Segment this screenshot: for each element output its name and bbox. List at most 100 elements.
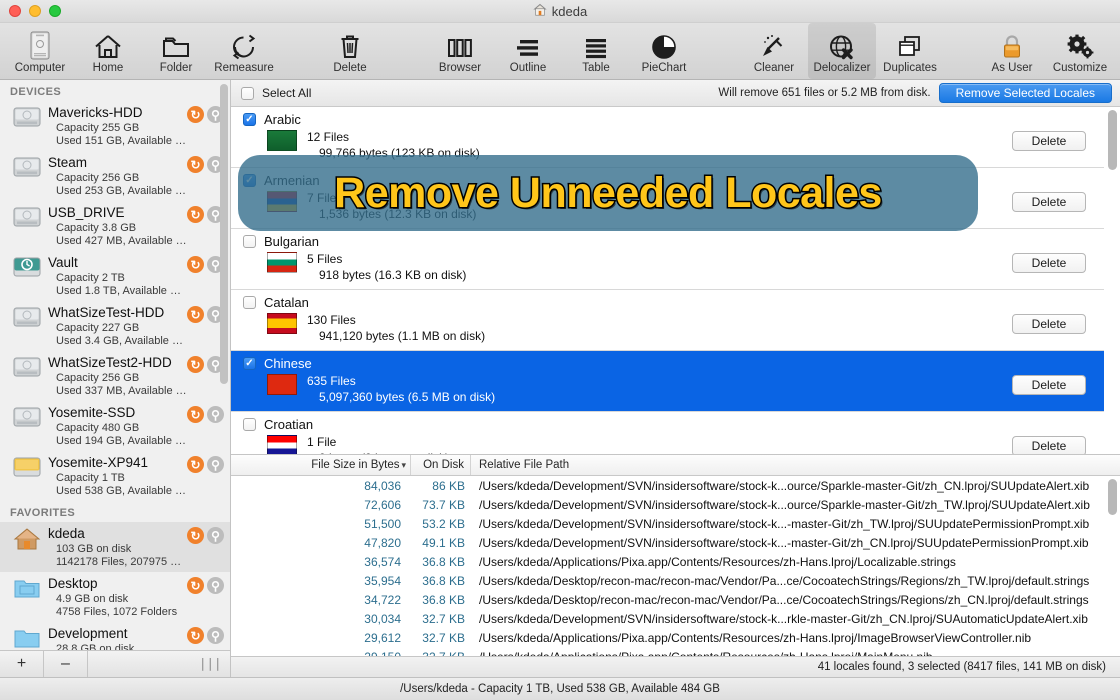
locale-checkbox[interactable]	[243, 174, 256, 187]
sidebar-scroll-area[interactable]: DEVICES Mavericks-HDD Capacity 255 GB Us…	[0, 80, 230, 650]
sidebar-item-development[interactable]: Development 28.8 GB on disk 579547 Files…	[0, 622, 230, 650]
toolbar-as-user-button[interactable]: As User	[978, 23, 1046, 79]
rescan-icon[interactable]: ↻	[187, 306, 204, 323]
file-table-scrollbar-thumb[interactable]	[1108, 479, 1117, 515]
locale-delete-button[interactable]: Delete	[1012, 314, 1086, 334]
cell-path: /Users/kdeda/Desktop/recon-mac/recon-mac…	[471, 593, 1120, 607]
sidebar-item-whatsizetest-hdd[interactable]: WhatSizeTest-HDD Capacity 227 GB Used 3.…	[0, 301, 230, 351]
file-table-body[interactable]: 84,036 86 KB /Users/kdeda/Development/SV…	[231, 476, 1120, 656]
toolbar-table-button[interactable]: Table	[562, 23, 630, 79]
rescan-icon[interactable]: ↻	[187, 206, 204, 223]
sidebar-item-yosemite-ssd[interactable]: Yosemite-SSD Capacity 480 GB Used 194 GB…	[0, 401, 230, 451]
locale-delete-button[interactable]: Delete	[1012, 253, 1086, 273]
table-row[interactable]: 34,722 36.8 KB /Users/kdeda/Desktop/reco…	[231, 590, 1120, 609]
sidebar-item-usage: Used 337 MB, Available 256 GB	[48, 385, 187, 398]
rescan-icon[interactable]: ↻	[187, 156, 204, 173]
rescan-icon[interactable]: ↻	[187, 256, 204, 273]
toolbar-duplicates-button[interactable]: Duplicates	[876, 23, 944, 79]
locale-checkbox[interactable]	[243, 296, 256, 309]
rescan-icon[interactable]: ↻	[187, 106, 204, 123]
folder-icon	[161, 31, 191, 61]
locale-list-scrollbar-thumb[interactable]	[1108, 110, 1117, 170]
toolbar-home-button[interactable]: Home	[74, 23, 142, 79]
sidebar-item-kdeda[interactable]: kdeda 103 GB on disk 1142178 Files, 2079…	[0, 522, 230, 572]
locale-row-chinese[interactable]: Chinese 635 Files 5,097,360 bytes (6.5 M…	[231, 351, 1104, 412]
locale-row-catalan[interactable]: Catalan 130 Files 941,120 bytes (1.1 MB …	[231, 290, 1104, 351]
table-row[interactable]: 30,034 32.7 KB /Users/kdeda/Development/…	[231, 609, 1120, 628]
locale-delete-button[interactable]: Delete	[1012, 375, 1086, 395]
window-title: kdeda	[552, 4, 587, 19]
sidebar-item-mavericks-hdd[interactable]: Mavericks-HDD Capacity 255 GB Used 151 G…	[0, 101, 230, 151]
toolbar-delete-button[interactable]: Delete	[316, 23, 384, 79]
resize-grip[interactable]: ∣∣∣	[200, 656, 231, 672]
locale-row-bulgarian[interactable]: Bulgarian 5 Files 918 bytes (16.3 KB on …	[231, 229, 1104, 290]
table-row[interactable]: 72,606 73.7 KB /Users/kdeda/Development/…	[231, 495, 1120, 514]
rescan-icon[interactable]: ↻	[187, 406, 204, 423]
locale-delete-button[interactable]: Delete	[1012, 131, 1086, 151]
sidebar-scrollbar[interactable]	[220, 84, 228, 646]
locale-header: Arabic	[231, 107, 1104, 129]
sidebar-item-whatsizetest2-hdd[interactable]: WhatSizeTest2-HDD Capacity 256 GB Used 3…	[0, 351, 230, 401]
toolbar-remeasure-button[interactable]: Remeasure	[210, 23, 278, 79]
rescan-icon[interactable]: ↻	[187, 456, 204, 473]
column-header-relative-path[interactable]: Relative File Path	[471, 455, 1120, 475]
window-body: DEVICES Mavericks-HDD Capacity 255 GB Us…	[0, 80, 1120, 677]
refresh-icon	[229, 31, 259, 61]
toolbar-outline-button[interactable]: Outline	[494, 23, 562, 79]
locale-checkbox[interactable]	[243, 235, 256, 248]
column-header-on-disk[interactable]: On Disk	[411, 455, 471, 475]
table-row[interactable]: 29,150 32.7 KB /Users/kdeda/Applications…	[231, 647, 1120, 656]
rescan-icon[interactable]: ↻	[187, 577, 204, 594]
toolbar-home-label: Home	[93, 62, 124, 74]
locale-checkbox[interactable]	[243, 357, 256, 370]
locale-checkbox[interactable]	[243, 113, 256, 126]
sidebar-item-yosemite-xp941[interactable]: Yosemite-XP941 Capacity 1 TB Used 538 GB…	[0, 451, 230, 501]
remove-favorite-button[interactable]: –	[44, 651, 88, 677]
toolbar-as-user-label: As User	[992, 62, 1033, 74]
table-row[interactable]: 29,612 32.7 KB /Users/kdeda/Applications…	[231, 628, 1120, 647]
rescan-icon[interactable]: ↻	[187, 356, 204, 373]
toolbar-computer-button[interactable]: Computer	[6, 23, 74, 79]
cell-path: /Users/kdeda/Development/SVN/insidersoft…	[471, 517, 1120, 531]
sidebar-item-actions: ↻ ⚲	[187, 254, 224, 273]
select-all-checkbox[interactable]	[241, 87, 254, 100]
sidebar-item-usage: Used 151 GB, Available 105 GB	[48, 135, 187, 148]
rescan-icon[interactable]: ↻	[187, 527, 204, 544]
file-table-scrollbar[interactable]	[1108, 479, 1117, 652]
locale-body: 12 Files 99,766 bytes (123 KB on disk) D…	[231, 129, 1104, 167]
locale-row-armenian[interactable]: Armenian 7 Files 1,536 bytes (12.3 KB on…	[231, 168, 1104, 229]
cell-size: 72,606	[231, 498, 411, 512]
toolbar-delocalizer-button[interactable]: Delocalizer	[808, 23, 876, 79]
locale-header: Armenian	[231, 168, 1104, 190]
flag-icon	[267, 130, 297, 151]
locale-checkbox[interactable]	[243, 418, 256, 431]
locale-delete-button[interactable]: Delete	[1012, 192, 1086, 212]
toolbar-piechart-button[interactable]: PieChart	[630, 23, 698, 79]
table-row[interactable]: 84,036 86 KB /Users/kdeda/Development/SV…	[231, 476, 1120, 495]
rescan-icon[interactable]: ↻	[187, 627, 204, 644]
add-favorite-button[interactable]: +	[0, 651, 44, 677]
sidebar-item-vault[interactable]: Vault Capacity 2 TB Used 1.8 TB, Availab…	[0, 251, 230, 301]
locale-row-arabic[interactable]: Arabic 12 Files 99,766 bytes (123 KB on …	[231, 107, 1104, 168]
sidebar-item-text: Yosemite-XP941 Capacity 1 TB Used 538 GB…	[44, 454, 187, 498]
remove-selected-locales-button[interactable]: Remove Selected Locales	[939, 83, 1112, 103]
toolbar-folder-button[interactable]: Folder	[142, 23, 210, 79]
sidebar-scrollbar-thumb[interactable]	[220, 84, 228, 384]
table-row[interactable]: 35,954 36.8 KB /Users/kdeda/Desktop/reco…	[231, 571, 1120, 590]
table-row[interactable]: 51,500 53.2 KB /Users/kdeda/Development/…	[231, 514, 1120, 533]
table-row[interactable]: 36,574 36.8 KB /Users/kdeda/Applications…	[231, 552, 1120, 571]
toolbar-customize-button[interactable]: Customize	[1046, 23, 1114, 79]
sidebar-item-steam[interactable]: Steam Capacity 256 GB Used 253 GB, Avail…	[0, 151, 230, 201]
toolbar-browser-button[interactable]: Browser	[426, 23, 494, 79]
table-row[interactable]: 47,820 49.1 KB /Users/kdeda/Development/…	[231, 533, 1120, 552]
locale-list-scrollbar[interactable]	[1108, 110, 1117, 451]
toolbar-delocalizer-label: Delocalizer	[814, 62, 871, 74]
locale-delete-button[interactable]: Delete	[1012, 436, 1086, 455]
sidebar-item-actions: ↻ ⚲	[187, 104, 224, 123]
sidebar-item-usb-drive[interactable]: USB_DRIVE Capacity 3.8 GB Used 427 MB, A…	[0, 201, 230, 251]
sidebar-item-desktop[interactable]: Desktop 4.9 GB on disk 4758 Files, 1072 …	[0, 572, 230, 622]
toolbar-cleaner-button[interactable]: Cleaner	[740, 23, 808, 79]
locale-list[interactable]: Arabic 12 Files 99,766 bytes (123 KB on …	[231, 107, 1120, 455]
locale-row-croatian[interactable]: Croatian 1 File 0 bytes (0 bytes on disk…	[231, 412, 1104, 455]
column-header-file-size[interactable]: File Size in Bytes ▾	[231, 455, 411, 475]
